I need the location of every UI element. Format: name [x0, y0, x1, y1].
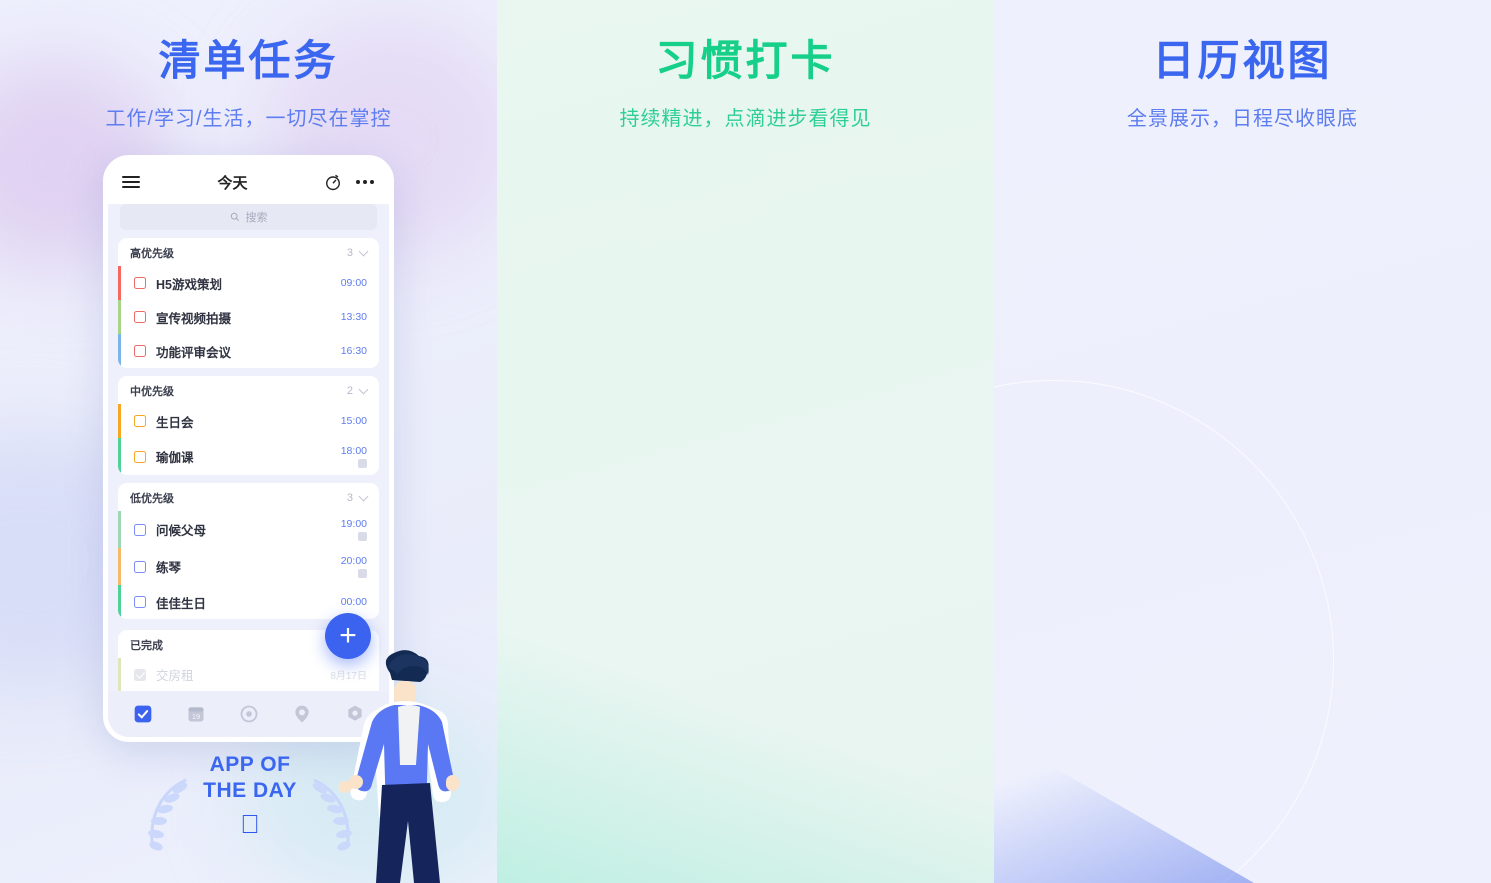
page-title: 日历视图 [1152, 37, 1333, 84]
task-checkbox[interactable] [134, 523, 146, 536]
task-title: 生日会 [156, 415, 194, 430]
laurel-left-icon [148, 778, 188, 851]
task-row[interactable]: 问候父母 19:00 [118, 511, 379, 548]
task-checkbox[interactable] [134, 450, 146, 463]
chevron-down-icon[interactable] [358, 491, 369, 502]
task-title: 问候父母 [156, 524, 207, 538]
reminder-icon [358, 569, 367, 578]
task-time: 19:00 [341, 518, 367, 541]
task-row[interactable]: 生日会 15:00 [118, 404, 379, 438]
search-icon [230, 212, 239, 222]
task-checkbox[interactable] [134, 277, 146, 289]
task-title: 功能评审会议 [156, 345, 232, 360]
search-placeholder: 搜索 [245, 212, 268, 224]
group-name: 高优先级 [130, 248, 174, 260]
panel-tasks: 清单任务 工作/学习/生活，一切尽在掌控 今天 搜索 高优先级 3 H5游戏策划… [0, 0, 497, 883]
task-row[interactable]: H5游戏策划 09:00 [118, 266, 379, 300]
hamburger-icon[interactable] [122, 172, 142, 192]
priority-bar [118, 511, 121, 548]
page-title: 今天 [217, 174, 248, 192]
group-count: 3 [346, 247, 353, 259]
decorative-gradient [497, 633, 994, 883]
task-row[interactable]: 瑜伽课 18:00 [118, 438, 379, 475]
task-row[interactable]: 宣传视频拍摄 13:30 [118, 300, 379, 334]
task-list[interactable]: 高优先级 3 H5游戏策划 09:00 宣传视频拍摄 13:30 功能评审会议 16:30 中优… [108, 238, 389, 630]
reminder-icon [358, 532, 367, 541]
stopwatch-icon[interactable] [323, 172, 343, 192]
priority-bar [118, 585, 121, 619]
tab-focus[interactable] [239, 704, 259, 724]
task-checkbox[interactable] [134, 345, 146, 357]
panel1-headings: 清单任务 工作/学习/生活，一切尽在掌控 [0, 0, 497, 131]
task-title: 宣传视频拍摄 [156, 311, 232, 326]
group-name: 中优先级 [130, 386, 174, 398]
panel-habits: 习惯打卡 持续精进，点滴进步看得见 打卡 [497, 0, 994, 883]
priority-bar [118, 266, 121, 300]
task-row[interactable]: 功能评审会议 16:30 [118, 334, 379, 368]
task-row[interactable]: 练琴 20:00 [118, 548, 379, 585]
panel2-headings: 习惯打卡 持续精进，点滴进步看得见 [497, 0, 994, 131]
chevron-down-icon[interactable] [358, 246, 369, 257]
task-title: 交房租 [156, 669, 194, 683]
task-time: 20:00 [341, 555, 367, 578]
chevron-down-icon[interactable] [358, 384, 369, 395]
tasks-app-header: 今天 [108, 160, 389, 204]
task-checkbox[interactable] [134, 415, 146, 427]
reminder-icon [358, 459, 367, 468]
task-time: 00:00 [340, 596, 367, 608]
svg-text:19: 19 [191, 712, 199, 721]
group-count: 2 [346, 385, 353, 397]
tab-habit[interactable] [292, 704, 312, 724]
task-group[interactable]: 中优先级 2 生日会 15:00 瑜伽课 18:00 [118, 376, 379, 475]
tab-calendar[interactable]: 19 [186, 704, 206, 724]
app-of-the-day-award: APP OF THE DAY  [148, 752, 352, 851]
promo-stage: 清单任务 工作/学习/生活，一切尽在掌控 今天 搜索 高优先级 3 H5游戏策划… [0, 0, 1491, 883]
page-subtitle: 工作/学习/生活，一切尽在掌控 [105, 107, 392, 130]
task-title: 瑜伽课 [156, 451, 194, 465]
group-name: 低优先级 [130, 493, 174, 505]
priority-bar [118, 548, 121, 585]
page-title: 习惯打卡 [655, 37, 836, 84]
task-time: 16:30 [340, 345, 367, 357]
task-time: 15:00 [340, 415, 367, 427]
task-checkbox[interactable] [134, 311, 146, 323]
priority-bar [118, 300, 121, 334]
task-title: 佳佳生日 [156, 596, 207, 611]
task-time: 18:00 [341, 445, 367, 468]
priority-bar [118, 334, 121, 368]
task-title: 练琴 [156, 561, 182, 575]
task-group[interactable]: 高优先级 3 H5游戏策划 09:00 宣传视频拍摄 13:30 功能评审会议 16:30 [118, 238, 379, 368]
priority-bar [118, 404, 121, 438]
panel3-headings: 日历视图 全景展示，日程尽收眼底 [994, 0, 1491, 131]
task-checkbox[interactable] [134, 560, 146, 573]
award-line-1: APP OF [209, 753, 291, 776]
tab-tasks[interactable] [133, 704, 153, 724]
group-count: 3 [346, 492, 353, 504]
task-group[interactable]: 低优先级 3 问候父母 19:00 练琴 20:00 佳佳生日 00:00 [118, 483, 379, 619]
priority-bar [118, 438, 121, 475]
task-time: 09:00 [340, 277, 367, 289]
page-subtitle: 全景展示，日程尽收眼底 [1127, 107, 1358, 130]
page-subtitle: 持续精进，点滴进步看得见 [619, 107, 872, 130]
task-checkbox[interactable] [134, 668, 146, 681]
laurel-right-icon [312, 778, 352, 851]
task-checkbox[interactable] [134, 596, 146, 608]
panel-calendar: 日历视图 全景展示，日程尽收眼底 八月 日一二三四五六 班25262728293… [994, 0, 1491, 883]
page-title: 清单任务 [158, 37, 339, 84]
priority-bar [118, 658, 121, 691]
task-title: H5游戏策划 [156, 277, 222, 292]
task-time: 13:30 [340, 311, 367, 323]
search-input[interactable]: 搜索 [120, 204, 377, 230]
more-icon[interactable] [355, 172, 375, 192]
